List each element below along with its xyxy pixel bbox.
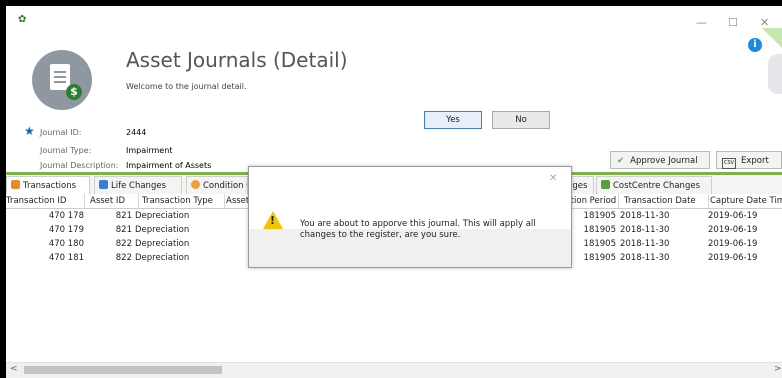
tab-condition-changes[interactable]: Condition C [186,176,248,194]
column-header-transaction-period[interactable]: ction Period [566,194,619,208]
cell-asset-id: 821 [115,225,132,235]
dialog-yes-button[interactable]: Yes [424,111,482,129]
cell-capture-date: 2019-06-19 [708,211,758,221]
tab-transactions[interactable]: Transactions [6,176,90,194]
cell-transaction-id: 470 179 [48,225,84,235]
export-label: Export [741,156,769,166]
cell-transaction-date: 2018-11-30 [620,225,670,235]
maximize-button[interactable]: ☐ [728,16,738,29]
dollar-icon: $ [66,84,82,100]
cell-capture-date: 2019-06-19 [708,225,758,235]
warning-exclamation: ! [270,214,276,227]
tab-costcentre-label: CostCentre Changes [613,181,700,191]
corner-decoration [762,28,782,54]
transactions-icon [11,180,20,189]
journal-id-label: Journal ID: [40,128,82,137]
app-logo-icon: ✿ [18,14,27,25]
journal-description-value: Impairment of Assets [126,161,212,170]
cell-transaction-period: 181905 [583,211,616,221]
csv-export-icon: CSV [722,158,736,169]
app-window: ✿ — ☐ ✕ $ Asset Journals (Detail) Welcom… [6,6,782,378]
confirm-dialog: ✕ ! You are about to apporve this journa… [248,166,572,268]
cell-transaction-type: Depreciation [135,211,190,221]
costcentre-icon [601,180,610,189]
export-button[interactable]: CSV Export [716,151,782,169]
cell-transaction-date: 2018-11-30 [620,239,670,249]
cell-transaction-id: 470 178 [48,211,84,221]
cell-transaction-type: Depreciation [135,225,190,235]
column-header-transaction-date[interactable]: Transaction Date [620,194,709,208]
cell-transaction-period: 181905 [583,225,616,235]
cell-transaction-id: 470 181 [48,253,84,263]
page-title: Asset Journals (Detail) [126,48,348,72]
tab-costcentre-changes[interactable]: CostCentre Changes [596,176,712,194]
column-header-transaction-type[interactable]: Transaction Type [138,194,225,208]
column-header-asset[interactable]: Asset [224,194,251,208]
approve-journal-button[interactable]: ✔ Approve Journal [610,151,710,169]
cell-asset-id: 822 [115,239,132,249]
journal-id-value: 2444 [126,128,147,137]
favorite-star-icon[interactable]: ★ [24,124,35,138]
cell-capture-date: 2019-06-19 [708,253,758,263]
minimize-button[interactable]: — [696,16,707,29]
column-header-asset-id[interactable]: Asset ID [86,194,139,208]
condition-icon [191,180,200,189]
page-subtitle: Welcome to the journal detail. [126,82,247,91]
dialog-message: You are about to apporve this journal. T… [300,219,536,240]
cell-capture-date: 2019-06-19 [708,239,758,249]
cell-asset-id: 822 [115,253,132,263]
cell-transaction-id: 470 180 [48,239,84,249]
cell-asset-id: 821 [115,211,132,221]
journal-type-label: Journal Type: [40,146,92,155]
cell-transaction-period: 181905 [583,253,616,263]
tab-life-changes[interactable]: Life Changes [94,176,182,194]
scroll-right-arrow[interactable]: > [774,364,782,374]
life-changes-icon [99,180,108,189]
cell-transaction-type: Depreciation [135,253,190,263]
checkmark-icon: ✔ [617,156,625,166]
column-header-transaction-id[interactable]: Transaction ID [6,194,85,208]
info-icon[interactable]: i [748,38,762,52]
scroll-left-arrow[interactable]: < [10,364,18,374]
tab-life-changes-label: Life Changes [111,181,166,191]
journal-description-label: Journal Description: [40,161,119,170]
journal-type-value: Impairment [126,146,173,155]
cell-transaction-date: 2018-11-30 [620,253,670,263]
cell-transaction-period: 181905 [583,239,616,249]
approve-journal-label: Approve Journal [630,156,698,166]
tab-transactions-label: Transactions [23,181,77,191]
cell-transaction-date: 2018-11-30 [620,211,670,221]
column-header-capture-date-time[interactable]: Capture Date Time [708,194,782,208]
scrollbar-thumb[interactable] [24,366,222,374]
tab-condition-label: Condition C [203,181,248,191]
corner-decoration-shape [768,54,782,94]
dialog-no-button[interactable]: No [492,111,550,129]
cell-transaction-type: Depreciation [135,239,190,249]
dialog-close-button[interactable]: ✕ [549,173,557,184]
